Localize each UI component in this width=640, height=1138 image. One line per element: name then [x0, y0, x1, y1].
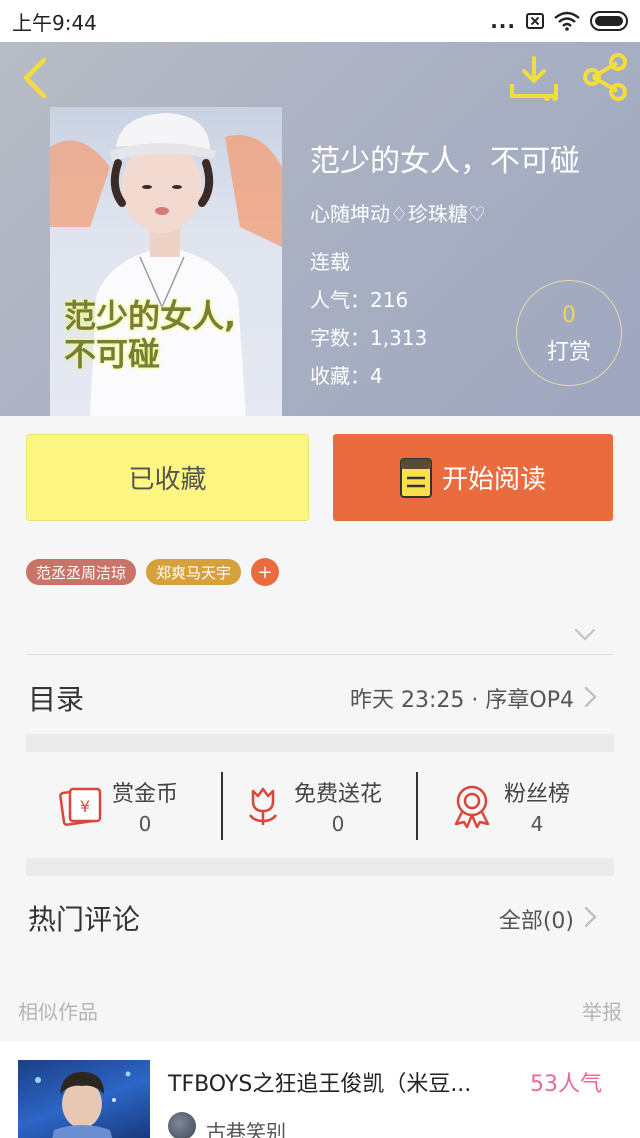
- download-button[interactable]: [508, 54, 560, 102]
- book-popularity: 人气：216: [310, 288, 409, 312]
- share-button[interactable]: [580, 52, 630, 102]
- reward-coin-stat[interactable]: ¥ 赏金币 0: [58, 772, 178, 840]
- start-reading-button[interactable]: 开始阅读: [333, 434, 613, 521]
- divider: [26, 654, 614, 655]
- wifi-icon: [554, 11, 580, 31]
- similar-works-heading: 相似作品: [18, 1000, 98, 1024]
- tip-button[interactable]: 0 打赏: [516, 280, 622, 386]
- svg-text:¥: ¥: [80, 797, 90, 816]
- section-separator: [26, 734, 614, 752]
- sim-error-icon: [526, 13, 544, 29]
- hot-comments-label: 热门评论: [28, 903, 141, 936]
- chevron-right-icon: [584, 906, 597, 928]
- add-tag-button[interactable]: +: [251, 558, 280, 586]
- book-favorites: 收藏：4: [310, 364, 383, 388]
- toc-label: 目录: [28, 683, 85, 716]
- award-ribbon-icon: [454, 785, 490, 828]
- book-icon: [399, 457, 432, 498]
- tip-label: 打赏: [546, 340, 591, 365]
- expand-chevron-down-icon[interactable]: [574, 628, 596, 642]
- status-time: 上午9:44: [12, 10, 97, 35]
- tip-count: 0: [562, 303, 576, 328]
- more-dots-icon: ...: [490, 9, 516, 33]
- toc-latest-chapter: 昨天 23:25 · 序章OP4: [350, 688, 574, 713]
- book-word-count: 字数：1,313: [310, 326, 428, 350]
- book-author[interactable]: 心随坤动♢珍珠糖♡: [310, 198, 486, 227]
- similar-work-item[interactable]: TFBOYS之狂追王俊凯（米豆... 53人气 古巷笑别: [0, 1042, 640, 1138]
- stat-divider: [221, 772, 223, 840]
- similar-work-author: 古巷笑别: [206, 1120, 286, 1138]
- book-cover[interactable]: 范少的女人, 不可碰: [50, 107, 282, 416]
- reward-coin-label: 赏金币: [112, 782, 179, 807]
- tag-item[interactable]: 范丞丞周洁琼: [26, 559, 137, 585]
- flower-icon: [248, 787, 278, 825]
- tag-list: 范丞丞周洁琼 郑爽马天宇 +: [26, 558, 280, 586]
- chevron-right-icon: [584, 686, 597, 708]
- all-comments-link[interactable]: 全部(0): [499, 903, 574, 935]
- cover-title-art: 范少的女人, 不可碰: [64, 297, 236, 373]
- section-separator: [26, 858, 614, 876]
- fan-ranking-value: 4: [530, 812, 544, 836]
- book-status: 连载: [310, 250, 350, 274]
- free-flower-stat[interactable]: 免费送花 0: [244, 772, 382, 840]
- similar-work-popularity: 53人气: [530, 1072, 602, 1097]
- favorited-button[interactable]: 已收藏: [26, 434, 309, 521]
- cover-title-line2: 不可碰: [64, 335, 161, 373]
- tag-item[interactable]: 郑爽马天宇: [146, 559, 242, 585]
- book-header: 范少的女人, 不可碰 范少的女人，不可碰 心随坤动♢珍珠糖♡ 连载 人气：216…: [0, 42, 640, 416]
- status-bar: 上午9:44 ...: [0, 0, 640, 42]
- fan-ranking-label: 粉丝榜: [504, 782, 571, 807]
- reward-coin-value: 0: [138, 812, 152, 836]
- red-envelope-icon: ¥: [59, 787, 102, 826]
- battery-icon: [590, 11, 628, 31]
- avatar: [168, 1112, 196, 1138]
- free-flower-label: 免费送花: [294, 782, 383, 807]
- stat-divider: [416, 772, 418, 840]
- book-title: 范少的女人，不可碰: [310, 144, 580, 179]
- free-flower-value: 0: [331, 812, 345, 836]
- cover-title-line1: 范少的女人,: [64, 297, 237, 335]
- start-reading-label: 开始阅读: [441, 465, 546, 495]
- similar-cover-illustration: [35, 1071, 131, 1138]
- report-link[interactable]: 举报: [582, 996, 622, 1025]
- fan-ranking-stat[interactable]: 粉丝榜 4: [452, 772, 570, 840]
- status-icons: ...: [490, 9, 628, 33]
- back-button[interactable]: [18, 56, 58, 100]
- similar-work-title: TFBOYS之狂追王俊凯（米豆...: [168, 1072, 472, 1097]
- similar-work-cover: [18, 1060, 150, 1138]
